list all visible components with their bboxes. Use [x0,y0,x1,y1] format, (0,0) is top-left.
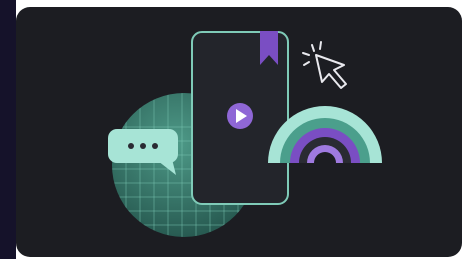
left-edge-strip [0,0,16,259]
play-icon [227,103,253,129]
screenshot-stage [0,0,466,259]
cursor-click-icon [302,41,347,89]
illustration-card [16,7,462,257]
illustration-svg [108,31,382,237]
